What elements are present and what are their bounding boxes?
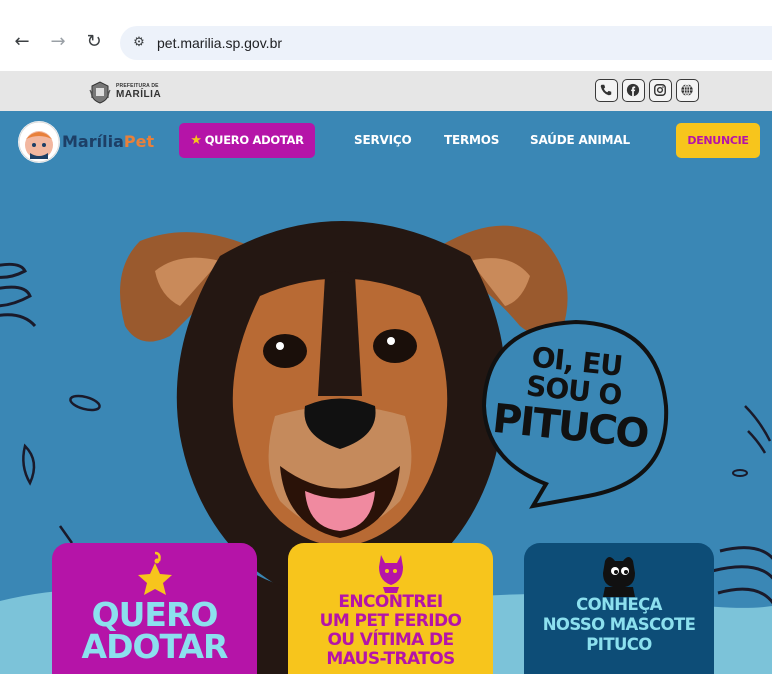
- card-title-line: PITUCO: [586, 635, 652, 654]
- city-crest-icon: [89, 81, 111, 104]
- instagram-icon[interactable]: [649, 79, 672, 102]
- card-title-line: OU VÍTIMA DE: [327, 630, 454, 650]
- url-text[interactable]: pet.marilia.sp.gov.br: [157, 34, 282, 52]
- card-quero-adotar-title: QUERO ADOTAR: [52, 598, 257, 666]
- brand-name: MaríliaPet: [62, 132, 154, 151]
- card-pet-ferido-title: ENCONTREI UM PET FERIDO OU VÍTIMA DE MAU…: [288, 593, 493, 669]
- star-icon: ★: [190, 133, 202, 148]
- card-quero-adotar[interactable]: QUERO ADOTAR: [52, 543, 257, 674]
- card-title-line: NOSSO MASCOTE: [542, 615, 696, 634]
- card-mascote-pituco[interactable]: CONHEÇA NOSSO MASCOTE PITUCO: [524, 543, 714, 674]
- card-pet-ferido[interactable]: ENCONTREI UM PET FERIDO OU VÍTIMA DE MAU…: [288, 543, 493, 674]
- quero-adotar-label: QUERO ADOTAR: [204, 133, 304, 147]
- site-info-icon[interactable]: ⚙: [130, 34, 148, 52]
- card-title-line: CONHEÇA: [576, 595, 662, 614]
- card-title-line: UM PET FERIDO: [319, 611, 462, 631]
- quero-adotar-button[interactable]: ★ QUERO ADOTAR: [179, 123, 315, 158]
- forward-arrow-icon[interactable]: →: [48, 32, 68, 52]
- nav-link-servico[interactable]: SERVIÇO: [354, 133, 412, 147]
- prefeitura-logo[interactable]: PREFEITURA DE MARÍLIA: [88, 80, 168, 104]
- card-title-line: ENCONTREI: [338, 592, 443, 612]
- denuncie-button[interactable]: DENUNCIE: [676, 123, 760, 158]
- card-mascote-title: CONHEÇA NOSSO MASCOTE PITUCO: [524, 595, 714, 655]
- marilia-pet-logo[interactable]: MaríliaPet: [18, 121, 158, 163]
- logo-city-name: MARÍLIA: [116, 89, 162, 100]
- hero-banner: OI, EU SOU O PITUCO MaríliaPet ★ QUERO AD…: [0, 111, 772, 674]
- star-tag-icon: [137, 551, 172, 595]
- phone-icon[interactable]: [595, 79, 618, 102]
- address-bar[interactable]: ⚙ pet.marilia.sp.gov.br: [120, 26, 772, 60]
- facebook-icon[interactable]: [622, 79, 645, 102]
- gov-header-strip: PREFEITURA DE MARÍLIA: [0, 71, 772, 111]
- reload-icon[interactable]: ↻: [84, 32, 104, 52]
- globe-icon[interactable]: [676, 79, 699, 102]
- card-title-line: ADOTAR: [81, 627, 229, 666]
- brand-name-part2: Pet: [123, 132, 155, 151]
- nav-link-termos[interactable]: TERMOS: [444, 133, 499, 147]
- dog-mascot-icon: [603, 557, 635, 597]
- pet-badge-icon: [18, 121, 60, 163]
- back-arrow-icon[interactable]: ←: [12, 32, 32, 52]
- brand-name-part1: Marília: [62, 132, 124, 151]
- card-title-line: MAUS-TRATOS: [326, 649, 455, 669]
- browser-toolbar: ← → ↻ ⚙ pet.marilia.sp.gov.br: [0, 18, 772, 68]
- nav-link-saude-animal[interactable]: SAÚDE ANIMAL: [530, 133, 630, 147]
- speech-bubble-text: OI, EU SOU O PITUCO: [483, 338, 663, 458]
